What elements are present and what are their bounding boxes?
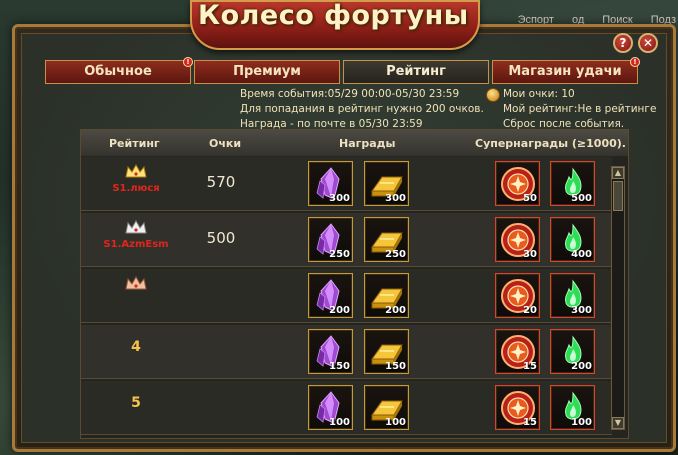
table-row: 200 200 20 300 bbox=[81, 269, 612, 323]
item-quantity: 15 bbox=[523, 361, 537, 372]
rank-cell: S1.AzmEsm bbox=[81, 213, 191, 266]
event-time-text: Время события:05/29 00:00-05/30 23:59 bbox=[240, 88, 460, 100]
super-reward-emblem-slot[interactable]: 50 bbox=[495, 161, 540, 206]
item-quantity: 400 bbox=[571, 249, 592, 260]
scroll-down-arrow[interactable]: ▼ bbox=[612, 417, 624, 429]
item-quantity: 150 bbox=[329, 361, 350, 372]
my-points-text: Мои очки: 10 bbox=[503, 88, 575, 100]
table-header: Рейтинг Очки Награды Супернаграды (≥1000… bbox=[81, 130, 628, 156]
item-quantity: 100 bbox=[571, 417, 592, 428]
reward-gold-slot[interactable]: 300 bbox=[364, 161, 409, 206]
rank-cell: S1.люся bbox=[81, 157, 191, 210]
super-reward-emblem-slot[interactable]: 15 bbox=[495, 385, 540, 430]
crown-icon bbox=[125, 163, 147, 178]
reward-gold-slot[interactable]: 100 bbox=[364, 385, 409, 430]
reward-gold-slot[interactable]: 200 bbox=[364, 273, 409, 318]
super-reward-flame-slot[interactable]: 100 bbox=[550, 385, 595, 430]
item-quantity: 200 bbox=[385, 305, 406, 316]
tab-bar: Обычное ! Премиум Рейтинг Магазин удачи … bbox=[45, 57, 640, 84]
super-reward-emblem-slot[interactable]: 30 bbox=[495, 217, 540, 262]
item-quantity: 300 bbox=[329, 193, 350, 204]
table-row: 5 100 100 15 100 bbox=[81, 381, 612, 435]
tab-luck-shop-label: Магазин удачи bbox=[508, 64, 622, 79]
coin-icon bbox=[486, 88, 500, 102]
table-body: S1.люся 570 300 300 50 500 S1.AzmEsm 500 250 250 3… bbox=[81, 157, 612, 439]
help-button[interactable]: ? bbox=[613, 33, 633, 53]
item-quantity: 300 bbox=[385, 193, 406, 204]
super-reward-emblem-slot[interactable]: 15 bbox=[495, 329, 540, 374]
item-quantity: 15 bbox=[523, 417, 537, 428]
super-reward-flame-slot[interactable]: 300 bbox=[550, 273, 595, 318]
scroll-thumb[interactable] bbox=[613, 181, 623, 211]
item-quantity: 200 bbox=[571, 361, 592, 372]
item-quantity: 250 bbox=[329, 249, 350, 260]
rating-requirement-text: Для попадания в рейтинг нужно 200 очков. bbox=[240, 103, 484, 115]
super-reward-flame-slot[interactable]: 500 bbox=[550, 161, 595, 206]
item-quantity: 50 bbox=[523, 193, 537, 204]
reward-crystal-slot[interactable]: 300 bbox=[308, 161, 353, 206]
points-value: 500 bbox=[206, 229, 236, 247]
event-info: Время события:05/29 00:00-05/30 23:59 Дл… bbox=[240, 87, 484, 132]
rank-cell bbox=[81, 269, 191, 322]
player-name[interactable]: S1.AzmEsm bbox=[81, 239, 191, 250]
table-row: S1.AzmEsm 500 250 250 30 400 bbox=[81, 213, 612, 267]
rating-table: Рейтинг Очки Награды Супернаграды (≥1000… bbox=[80, 129, 629, 439]
reward-crystal-slot[interactable]: 250 bbox=[308, 217, 353, 262]
item-quantity: 250 bbox=[385, 249, 406, 260]
window-title: Колесо фортуны bbox=[198, 0, 469, 31]
super-reward-flame-slot[interactable]: 200 bbox=[550, 329, 595, 374]
item-quantity: 100 bbox=[385, 417, 406, 428]
crown-icon bbox=[125, 275, 147, 290]
table-row: 4 150 150 15 200 bbox=[81, 325, 612, 379]
tab-rating-label: Рейтинг bbox=[386, 64, 446, 79]
tab-normal-alert-badge: ! bbox=[183, 57, 193, 67]
tab-normal-label: Обычное bbox=[84, 64, 152, 79]
tab-luck-shop-alert-badge: ! bbox=[630, 57, 640, 67]
item-quantity: 100 bbox=[329, 417, 350, 428]
crown-icon bbox=[125, 219, 147, 234]
tab-premium[interactable]: Премиум bbox=[194, 60, 340, 84]
item-quantity: 200 bbox=[329, 305, 350, 316]
item-quantity: 150 bbox=[385, 361, 406, 372]
scroll-up-arrow[interactable]: ▲ bbox=[612, 167, 624, 179]
reward-gold-slot[interactable]: 150 bbox=[364, 329, 409, 374]
item-quantity: 500 bbox=[571, 193, 592, 204]
tab-luck-shop[interactable]: Магазин удачи ! bbox=[492, 57, 640, 84]
super-reward-flame-slot[interactable]: 400 bbox=[550, 217, 595, 262]
header-rank: Рейтинг bbox=[109, 137, 160, 150]
table-scrollbar[interactable]: ▲ ▼ bbox=[611, 166, 625, 430]
header-points: Очки bbox=[209, 137, 242, 150]
my-rating-text: Мой рейтинг:Не в рейтинге bbox=[503, 103, 657, 115]
header-super-rewards: Супернаграды (≥1000). bbox=[475, 137, 626, 150]
tab-premium-label: Премиум bbox=[233, 64, 301, 79]
close-button[interactable]: ✕ bbox=[638, 33, 658, 53]
item-quantity: 300 bbox=[571, 305, 592, 316]
reward-crystal-slot[interactable]: 150 bbox=[308, 329, 353, 374]
header-rewards: Награды bbox=[339, 137, 396, 150]
super-reward-emblem-slot[interactable]: 20 bbox=[495, 273, 540, 318]
reward-crystal-slot[interactable]: 100 bbox=[308, 385, 353, 430]
rank-number: 4 bbox=[131, 339, 141, 355]
points-value: 570 bbox=[206, 173, 236, 191]
tab-rating[interactable]: Рейтинг bbox=[343, 60, 489, 84]
table-row: S1.люся 570 300 300 50 500 bbox=[81, 157, 612, 211]
player-name[interactable]: S1.люся bbox=[81, 183, 191, 194]
reward-crystal-slot[interactable]: 200 bbox=[308, 273, 353, 318]
player-info: Мои очки: 10 Мой рейтинг:Не в рейтинге С… bbox=[503, 87, 656, 132]
rank-number: 5 bbox=[131, 395, 141, 411]
tab-normal[interactable]: Обычное ! bbox=[45, 57, 193, 84]
item-quantity: 20 bbox=[523, 305, 537, 316]
item-quantity: 30 bbox=[523, 249, 537, 260]
rank-cell: 5 bbox=[81, 381, 191, 434]
reward-gold-slot[interactable]: 250 bbox=[364, 217, 409, 262]
rank-cell: 4 bbox=[81, 325, 191, 378]
